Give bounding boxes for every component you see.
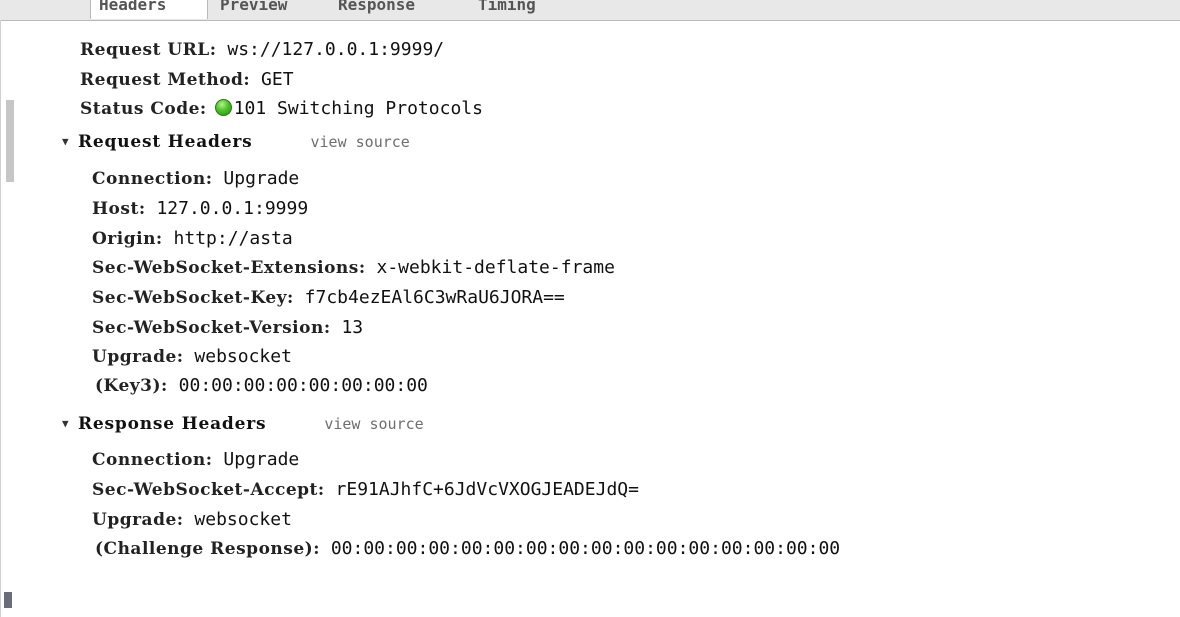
header-value: Upgrade [223, 168, 300, 189]
response-headers-section-header[interactable]: ▼ Response Headers view source [62, 410, 424, 438]
header-value: http://asta [173, 228, 293, 249]
response-header-row: Sec-WebSocket-Accept: rE91AJhfC+6JdVcVXO… [92, 476, 639, 504]
response-header-row: Connection: Upgrade [92, 446, 299, 474]
status-code-key: Status Code: [80, 99, 207, 119]
status-code-value: 101 Switching Protocols [233, 98, 483, 119]
request-url-row: Request URL: ws://127.0.0.1:9999/ [80, 36, 444, 64]
header-key: Sec-WebSocket-Extensions: [92, 258, 366, 278]
request-header-row: (Key3): 00:00:00:00:00:00:00:00 [95, 372, 428, 400]
header-value: 00:00:00:00:00:00:00:00:00:00:00:00:00:0… [330, 538, 841, 559]
request-method-row: Request Method: GET [80, 66, 294, 94]
request-header-row: Host: 127.0.0.1:9999 [92, 195, 308, 223]
request-header-row: Origin: http://asta [92, 225, 293, 253]
header-value: 127.0.0.1:9999 [156, 198, 309, 219]
header-key: Origin: [92, 229, 163, 249]
header-value: rE91AJhfC+6JdVcVXOGJEADEJdQ= [335, 479, 639, 500]
header-key: Sec-WebSocket-Version: [92, 318, 331, 338]
request-header-row: Sec-WebSocket-Key: f7cb4ezEAl6C3wRaU6JOR… [92, 284, 565, 312]
tab-response[interactable]: Response [330, 0, 423, 19]
tab-preview[interactable]: Preview [212, 0, 295, 19]
request-method-value: GET [261, 69, 294, 90]
request-header-row: Connection: Upgrade [92, 165, 299, 193]
header-key: (Challenge Response): [95, 539, 320, 559]
request-method-key: Request Method: [80, 70, 251, 90]
collapse-triangle-icon[interactable]: ▼ [62, 410, 78, 438]
header-value: 00:00:00:00:00:00:00:00 [178, 375, 428, 396]
response-header-row: (Challenge Response): 00:00:00:00:00:00:… [95, 535, 840, 563]
header-value: 13 [341, 317, 364, 338]
collapse-triangle-icon[interactable]: ▼ [62, 128, 78, 156]
panel-left-border [0, 20, 1, 617]
header-value: x-webkit-deflate-frame [376, 257, 615, 278]
devtools-tab-strip: Headers Preview Response Timing [0, 0, 1180, 21]
tab-timing[interactable]: Timing [470, 0, 544, 19]
header-key: Upgrade: [92, 510, 184, 530]
header-key: Sec-WebSocket-Accept: [92, 480, 325, 500]
header-key: Sec-WebSocket-Key: [92, 288, 294, 308]
header-value: Upgrade [223, 449, 300, 470]
response-header-row: Upgrade: websocket [92, 506, 292, 534]
dock-icon[interactable] [4, 592, 12, 608]
header-key: (Key3): [95, 376, 168, 396]
request-header-row: Upgrade: websocket [92, 343, 292, 371]
response-headers-title: Response Headers [78, 414, 267, 434]
request-view-source-link[interactable]: view source [310, 133, 409, 151]
header-key: Host: [92, 199, 146, 219]
header-value: websocket [194, 346, 292, 367]
status-code-row: Status Code: 101 Switching Protocols [80, 95, 483, 123]
left-scrollbar-thumb[interactable] [6, 100, 14, 182]
header-key: Connection: [92, 169, 213, 189]
response-view-source-link[interactable]: view source [324, 415, 423, 433]
request-header-row: Sec-WebSocket-Version: 13 [92, 314, 363, 342]
request-url-key: Request URL: [80, 40, 217, 60]
header-key: Connection: [92, 450, 213, 470]
header-key: Upgrade: [92, 347, 184, 367]
request-header-row: Sec-WebSocket-Extensions: x-webkit-defla… [92, 254, 615, 282]
header-value: f7cb4ezEAl6C3wRaU6JORA== [304, 287, 565, 308]
request-headers-title: Request Headers [78, 132, 253, 152]
tab-headers[interactable]: Headers [90, 0, 208, 19]
header-value: websocket [194, 509, 292, 530]
status-success-icon [214, 99, 232, 116]
request-headers-section-header[interactable]: ▼ Request Headers view source [62, 128, 410, 156]
request-url-value: ws://127.0.0.1:9999/ [227, 39, 445, 60]
